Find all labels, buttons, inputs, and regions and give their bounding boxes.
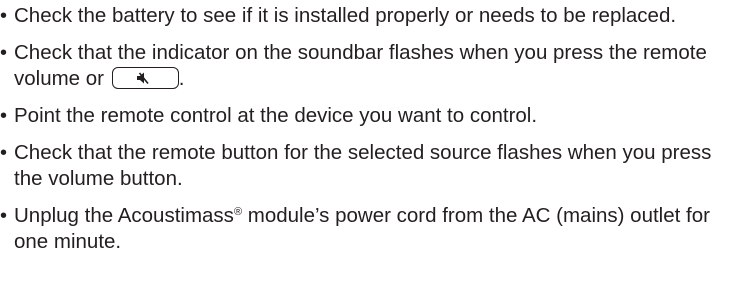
item-text-after: . <box>178 67 185 90</box>
mute-button-graphic <box>111 67 179 89</box>
list-item: • Check that the indicator on the soundb… <box>0 40 739 92</box>
bullet: • <box>0 42 8 64</box>
item-text: Check the battery to see if it is instal… <box>14 4 677 27</box>
troubleshooting-list: • Check the battery to see if it is inst… <box>0 3 739 255</box>
bullet: • <box>0 205 8 227</box>
list-item: • Unplug the Acoustimass® module’s power… <box>0 203 739 255</box>
bullet: • <box>0 142 8 164</box>
bullet: • <box>0 105 8 127</box>
item-text-before: Unplug the Acoustimass <box>14 204 234 227</box>
list-item: • Check that the remote button for the s… <box>0 140 739 192</box>
mute-icon <box>136 72 149 85</box>
bullet: • <box>0 5 8 27</box>
registered-mark: ® <box>233 206 243 218</box>
list-item: • Point the remote control at the device… <box>0 103 739 129</box>
item-text: Check that the remote button for the sel… <box>14 141 712 190</box>
item-text: Point the remote control at the device y… <box>14 104 538 127</box>
list-item: • Check the battery to see if it is inst… <box>0 3 739 29</box>
